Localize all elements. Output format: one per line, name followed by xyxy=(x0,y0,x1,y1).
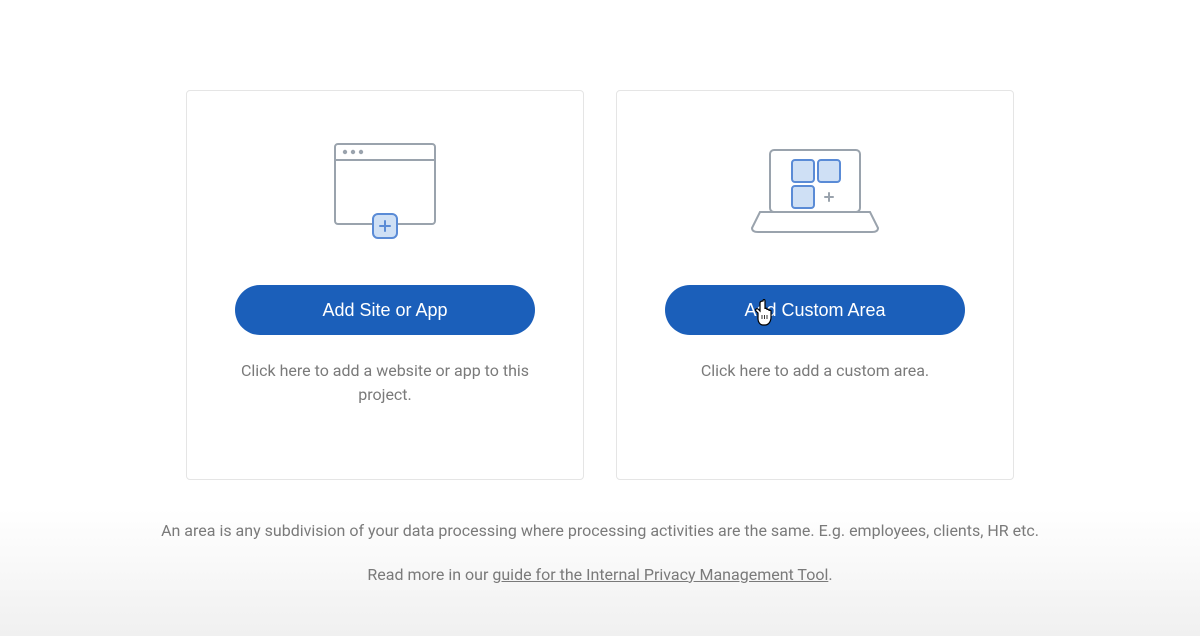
add-custom-area-card: Add Custom Area Click here to add a cust… xyxy=(616,90,1014,480)
footer-info: An area is any subdivision of your data … xyxy=(161,518,1039,587)
guide-link[interactable]: guide for the Internal Privacy Managemen… xyxy=(492,565,828,584)
add-site-or-app-card: Add Site or App Click here to add a webs… xyxy=(186,90,584,480)
add-site-or-app-description: Click here to add a website or app to th… xyxy=(235,359,535,407)
add-site-or-app-button[interactable]: Add Site or App xyxy=(235,285,535,335)
card-row: Add Site or App Click here to add a webs… xyxy=(186,90,1014,480)
add-custom-area-description: Click here to add a custom area. xyxy=(701,359,929,383)
area-explanation-text: An area is any subdivision of your data … xyxy=(161,518,1039,544)
read-more-line: Read more in our guide for the Internal … xyxy=(161,562,1039,588)
browser-window-icon xyxy=(310,131,460,251)
read-more-suffix: . xyxy=(828,565,832,584)
cursor-pointer-icon xyxy=(755,299,781,334)
read-more-prefix: Read more in our xyxy=(367,565,492,584)
laptop-tiles-icon xyxy=(740,131,890,251)
add-custom-area-button[interactable]: Add Custom Area xyxy=(665,285,965,335)
